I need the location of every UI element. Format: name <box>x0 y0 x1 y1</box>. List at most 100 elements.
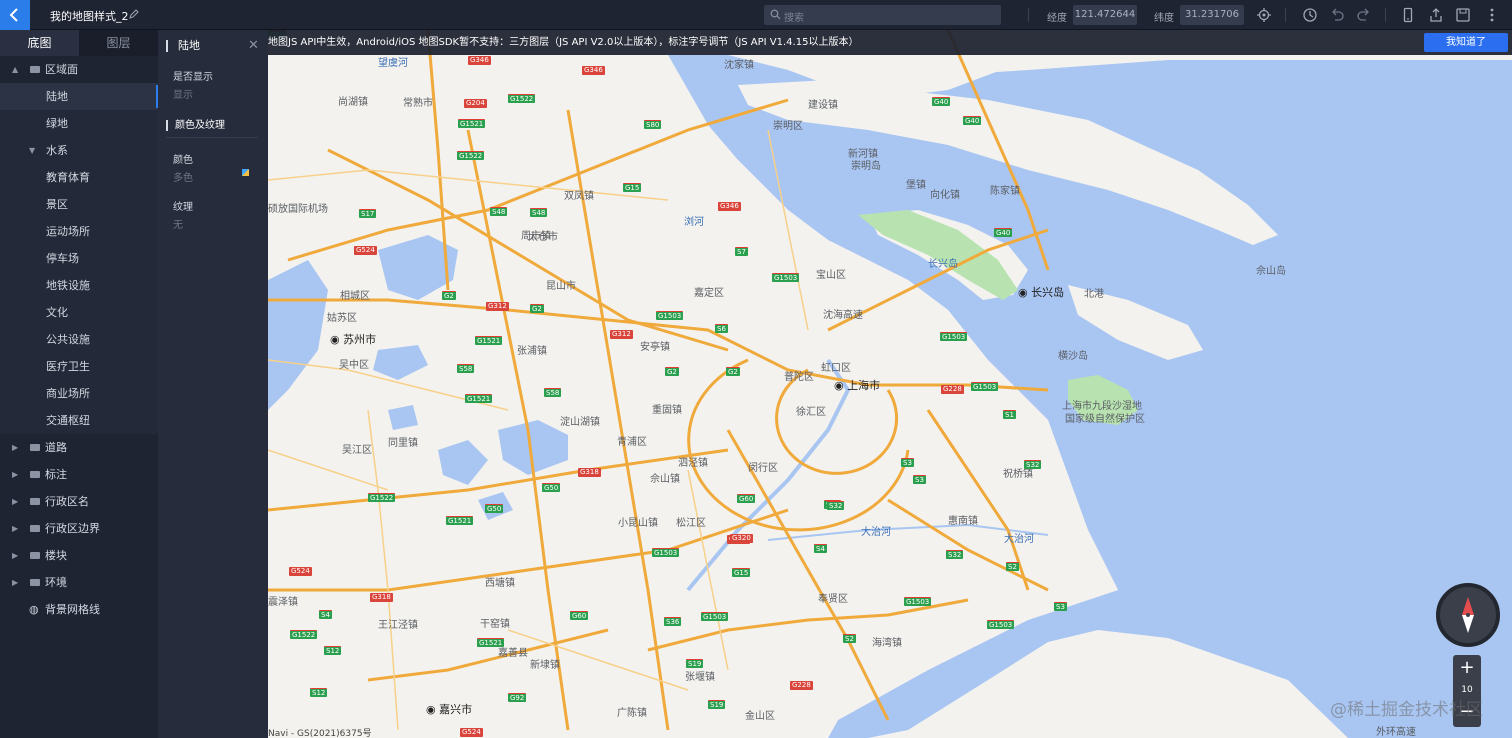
road-shield: G15 <box>623 183 642 192</box>
tree-item[interactable]: 公共设施 <box>0 326 158 353</box>
latitude-field[interactable]: 31.231706 <box>1180 5 1244 25</box>
search-placeholder: 搜索 <box>784 13 804 24</box>
tab-basemap[interactable]: 底图 <box>0 30 79 56</box>
save-icon[interactable] <box>1455 7 1471 23</box>
place-label: 泗泾镇 <box>678 458 708 469</box>
tree-item-label: 水系 <box>46 144 68 157</box>
road-shield: G1503 <box>701 612 729 621</box>
texture-value[interactable]: 无 <box>173 216 183 231</box>
road-shield: G40 <box>932 97 951 106</box>
place-label: ◉ 嘉兴市 <box>426 703 473 716</box>
tree-item[interactable]: 运动场所 <box>0 218 158 245</box>
tree-item[interactable]: 景区 <box>0 191 158 218</box>
road-shield: G312 <box>486 302 509 311</box>
place-label: 外环高速 <box>1376 727 1416 738</box>
road-shield: G1503 <box>987 620 1015 629</box>
tree-item-label: 行政区名 <box>45 495 89 508</box>
caret-right-icon[interactable]: ▶ <box>12 461 18 488</box>
color-swatch[interactable] <box>242 169 249 176</box>
place-label: 淀山湖镇 <box>560 417 600 428</box>
road-shield: G1522 <box>457 151 485 160</box>
place-label: 青浦区 <box>617 437 647 448</box>
tree-item[interactable]: 停车场 <box>0 245 158 272</box>
caret-right-icon[interactable]: ▶ <box>12 434 18 461</box>
caret-right-icon[interactable]: ▶ <box>12 569 18 596</box>
tree-item[interactable]: ▶ 道路 <box>0 434 158 461</box>
road-shield: S7 <box>735 247 748 256</box>
road-shield: G60 <box>737 494 756 503</box>
close-icon[interactable]: ✕ <box>248 38 259 53</box>
road-shield: S3 <box>1054 602 1067 611</box>
color-label: 颜色 <box>173 155 193 166</box>
edit-icon[interactable] <box>128 8 140 20</box>
tree-item-label: 交通枢纽 <box>46 414 90 427</box>
compass-control[interactable] <box>1436 583 1500 647</box>
tree-item[interactable]: 地铁设施 <box>0 272 158 299</box>
search-input[interactable]: 搜索 <box>764 5 1001 25</box>
tree-item[interactable]: ▶ 行政区名 <box>0 488 158 515</box>
property-panel: 陆地 ✕ 是否显示 显示 颜色及纹理 颜色 多色 纹理 无 <box>158 30 268 738</box>
tree-item[interactable]: 教育体育 <box>0 164 158 191</box>
place-label: 佘山镇 <box>650 474 680 485</box>
caret-down-icon[interactable]: ▼ <box>29 137 35 164</box>
map-canvas[interactable]: ◉ 上海市 ◉ 苏州市 ◉ 嘉兴市 ◉ 长兴岛 崇明区 新河镇 崇明岛 堡镇 向化镇 陈家镇 建设镇… <box>268 30 1512 738</box>
road-shield: S6 <box>715 324 728 333</box>
road-shield: S4 <box>814 544 827 553</box>
history-icon[interactable] <box>1302 7 1318 23</box>
redo-icon[interactable] <box>1356 7 1372 23</box>
tree-item[interactable]: ▶ 行政区边界 <box>0 515 158 542</box>
tree-item-label: 区域面 <box>45 63 78 76</box>
latitude-label: 纬度 <box>1154 13 1174 24</box>
place-label: 崇明区 <box>773 121 803 132</box>
locate-icon[interactable] <box>1256 7 1272 23</box>
zoom-in-button[interactable]: + <box>1453 657 1481 678</box>
road-shield: G346 <box>718 202 741 211</box>
road-shield: G1503 <box>772 273 800 282</box>
top-toolbar: 我的地图样式_2 搜索 经度 121.472644 纬度 31.231706 <box>0 0 1512 30</box>
color-value[interactable]: 多色 <box>173 169 193 184</box>
road-shield: G346 <box>582 66 605 75</box>
tree-item-label: 道路 <box>45 441 67 454</box>
road-shield: G2 <box>530 304 544 313</box>
tree-item[interactable]: 文化 <box>0 299 158 326</box>
place-label: 张堰镇 <box>685 672 715 683</box>
caret-right-icon[interactable]: ▶ <box>12 488 18 515</box>
more-icon[interactable] <box>1484 7 1500 23</box>
road-shield: G524 <box>354 246 377 255</box>
place-label: 闵行区 <box>748 463 778 474</box>
place-label: 周市镇 <box>521 231 551 242</box>
tree-item[interactable]: 医疗卫生 <box>0 353 158 380</box>
tree-item[interactable]: 交通枢纽 <box>0 407 158 434</box>
place-label: 徐汇区 <box>796 407 826 418</box>
tree-item[interactable]: ▼ 水系 <box>0 137 158 164</box>
caret-right-icon[interactable]: ▶ <box>12 515 18 542</box>
back-button[interactable] <box>0 0 30 30</box>
tree-item-label: 教育体育 <box>46 171 90 184</box>
tree-item[interactable]: 绿地 <box>0 110 158 137</box>
tree-item[interactable]: ▶ 标注 <box>0 461 158 488</box>
place-label: 重固镇 <box>652 405 682 416</box>
divider <box>1385 8 1386 22</box>
undo-icon[interactable] <box>1329 7 1345 23</box>
caret-up-icon[interactable]: ▲ <box>12 56 18 83</box>
longitude-field[interactable]: 121.472644 <box>1073 5 1137 25</box>
tree-item[interactable]: ▶ 楼块 <box>0 542 158 569</box>
tree-item[interactable]: ▶ 环境 <box>0 569 158 596</box>
visibility-value[interactable]: 显示 <box>173 86 193 101</box>
tree-item[interactable]: ▲ 区域面 <box>0 56 158 83</box>
road-shield: G1503 <box>940 332 968 341</box>
road-shield: S2 <box>843 634 856 643</box>
tree-item[interactable]: 商业场所 <box>0 380 158 407</box>
place-label: 张浦镇 <box>517 346 547 357</box>
tree-item[interactable]: 陆地 <box>0 83 158 110</box>
place-label: 沈家镇 <box>724 60 754 71</box>
caret-right-icon[interactable]: ▶ <box>12 542 18 569</box>
tree-item[interactable]: ◍ 背景网格线 <box>0 596 158 623</box>
road-shield: S12 <box>324 646 342 655</box>
tab-layers[interactable]: 图层 <box>79 30 158 56</box>
tree-item-label: 停车场 <box>46 252 79 265</box>
place-label: 大治河 <box>1004 534 1034 545</box>
got-it-button[interactable]: 我知道了 <box>1424 33 1508 52</box>
mobile-preview-icon[interactable] <box>1400 7 1416 23</box>
share-icon[interactable] <box>1428 7 1444 23</box>
